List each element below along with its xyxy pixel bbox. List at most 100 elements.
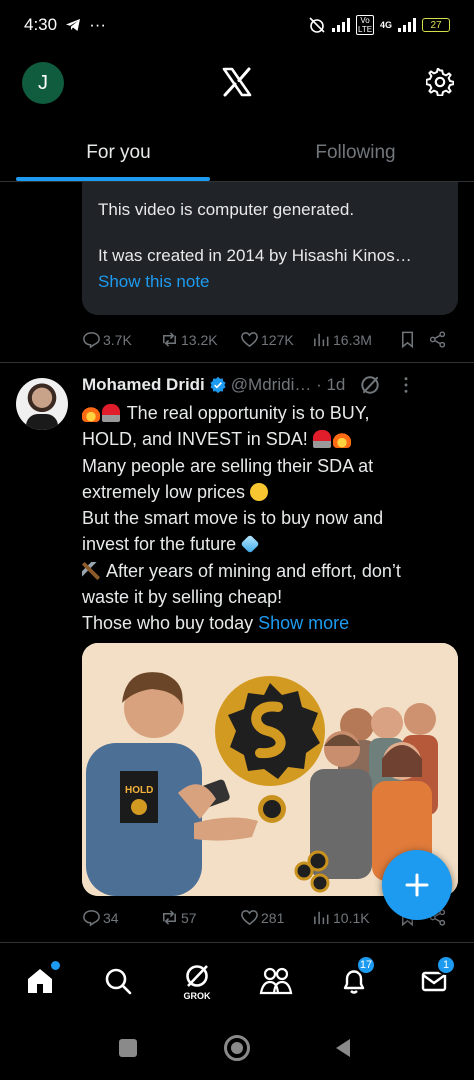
heart-icon <box>241 910 258 926</box>
tab-following-label: Following <box>315 141 396 163</box>
telegram-icon <box>66 19 81 31</box>
views-count: 10.1K <box>333 909 370 926</box>
small-coin-2 <box>294 861 314 881</box>
reply-button[interactable]: 34 <box>82 908 160 927</box>
like-button[interactable]: 281 <box>240 908 312 927</box>
views-button[interactable]: 16.3M <box>312 330 398 349</box>
post-divider <box>0 362 474 363</box>
status-bar: 4:30 ··· Vo LTE 4G 27 <box>0 0 474 50</box>
repost-icon <box>163 910 176 925</box>
like-count: 281 <box>261 909 285 926</box>
views-button[interactable]: 10.1K <box>312 908 398 927</box>
nav-messages[interactable]: 1 <box>416 955 456 999</box>
reply-count: 3.7K <box>103 331 132 348</box>
author-handle-time: @Mdridi… · 1d <box>230 375 346 394</box>
timeline-tabs: For you Following <box>0 124 474 182</box>
nav-home[interactable] <box>22 961 60 999</box>
volte-label: Vo LTE <box>355 15 374 35</box>
search-icon <box>105 968 132 995</box>
gem-emoji-icon <box>240 534 260 555</box>
tab-following[interactable]: Following <box>237 124 474 181</box>
communities-icon <box>259 967 293 995</box>
nav-grok[interactable]: GROK <box>179 963 215 1001</box>
messages-badge: 1 <box>436 955 456 975</box>
system-navigation-bar <box>0 1018 474 1080</box>
tweet-header: Mohamed Dridi @Mdridi… · 1d <box>82 374 462 396</box>
grok-nav-icon <box>186 965 208 987</box>
status-time: 4:30 <box>24 15 58 34</box>
pick-emoji-icon <box>82 561 100 580</box>
repost-button[interactable]: 13.2K <box>160 330 240 349</box>
share-icon <box>429 331 446 348</box>
views-count: 16.3M <box>333 331 372 348</box>
tweet-author-avatar[interactable] <box>16 378 68 430</box>
note-line-2: It was created in 2014 by Hisashi Kinos… <box>98 246 412 265</box>
show-note-link[interactable]: Show this note <box>98 272 442 292</box>
scream-emoji-icon <box>250 482 269 501</box>
signal-1-icon <box>331 18 350 32</box>
compose-post-button[interactable] <box>382 850 452 920</box>
profile-avatar-button[interactable]: J <box>22 62 64 104</box>
tab-for-you-label: For you <box>86 141 151 163</box>
fire-emoji-icon <box>82 404 100 422</box>
home-system-button[interactable] <box>224 1035 250 1061</box>
fire-emoji-icon <box>332 430 351 449</box>
notifications-badge: 17 <box>356 955 376 975</box>
views-icon <box>314 911 329 925</box>
home-dot <box>51 961 60 970</box>
tweet-line-3: Many people are selling their SDA at <box>82 455 374 476</box>
sda-coin-large <box>215 676 325 786</box>
tweet-line-2: HOLD, and INVEST in SDA! <box>82 429 308 450</box>
show-more-link[interactable]: Show more <box>258 613 349 633</box>
grok-icon[interactable] <box>359 374 381 396</box>
alarm-off-icon <box>309 17 325 33</box>
heart-icon <box>241 332 258 348</box>
note-line-1: This video is computer generated. <box>98 200 355 219</box>
like-count: 127K <box>261 331 294 348</box>
tweet-line-1: The real opportunity is to BUY, <box>126 403 370 423</box>
small-coin-3 <box>310 873 330 893</box>
author-name[interactable]: Mohamed Dridi <box>82 375 205 395</box>
signal-2-icon <box>398 18 416 32</box>
bottom-navigation: GROK 17 1 <box>0 942 474 1018</box>
like-button[interactable]: 127K <box>240 330 312 349</box>
bookmark-button[interactable] <box>398 330 428 349</box>
battery-indicator: 27 <box>422 18 450 32</box>
repost-count: 13.2K <box>181 331 218 348</box>
hold-text: HOLD <box>125 785 153 796</box>
tweet-line-8: waste it by selling cheap! <box>82 587 283 608</box>
more-options-icon[interactable] <box>403 376 409 394</box>
community-note: Readers added context This video is comp… <box>82 160 458 315</box>
gear-icon[interactable] <box>426 68 454 96</box>
recents-button[interactable] <box>119 1039 137 1057</box>
back-system-button[interactable] <box>334 1038 352 1058</box>
nav-search[interactable] <box>100 963 136 999</box>
top-header: J <box>0 50 474 120</box>
tweet-line-4: extremely low prices <box>82 481 246 502</box>
verified-badge-icon <box>210 376 226 394</box>
x-logo-icon <box>222 67 252 97</box>
reply-count: 34 <box>103 909 119 926</box>
tweet-line-6: invest for the future <box>82 534 237 555</box>
siren-emoji-icon <box>102 404 120 422</box>
repost-icon <box>163 332 176 347</box>
siren-emoji-icon <box>312 430 331 449</box>
prev-post-actions: 3.7K 13.2K 127K 16.3M <box>82 330 452 349</box>
tweet-line-9: Those who buy today <box>82 613 254 634</box>
tweet-line-7: After years of mining and effort, don’t <box>106 560 401 581</box>
nav-communities[interactable] <box>258 963 294 999</box>
share-button[interactable] <box>428 330 447 349</box>
reply-icon <box>83 910 100 927</box>
tweet-text: The real opportunity is to BUY, HOLD, an… <box>82 400 454 637</box>
reply-button[interactable]: 3.7K <box>82 330 160 349</box>
bookmark-icon <box>401 331 414 349</box>
repost-button[interactable]: 57 <box>160 908 240 927</box>
grok-label: GROK <box>183 991 211 1001</box>
tab-for-you[interactable]: For you <box>0 124 237 181</box>
tweet-line-5: But the smart move is to buy now and <box>82 508 384 529</box>
plus-icon <box>405 873 429 897</box>
nav-notifications[interactable]: 17 <box>336 955 376 999</box>
network-type: 4G <box>379 20 392 30</box>
home-icon <box>28 969 52 993</box>
status-more-dots: ··· <box>89 15 107 34</box>
